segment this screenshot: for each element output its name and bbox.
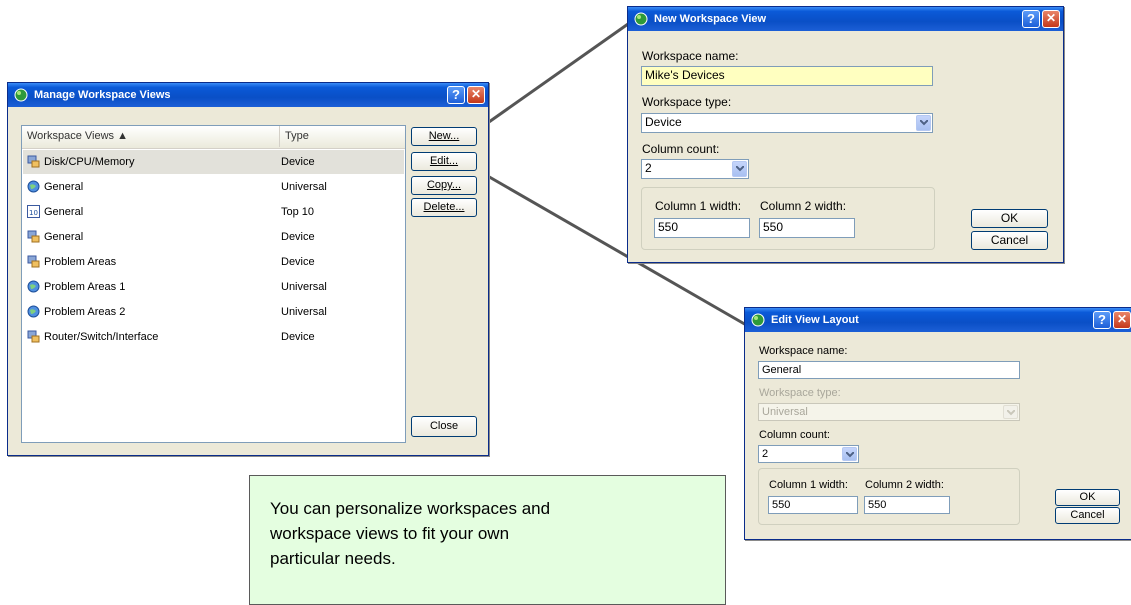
help-icon[interactable]: ?	[1022, 10, 1040, 28]
new-workspace-view-dialog: New Workspace View ? ✕ Workspace name: M…	[627, 6, 1064, 263]
list-header: Workspace Views ▲ Type	[22, 126, 405, 149]
svg-text:10: 10	[29, 209, 38, 217]
globe-icon	[27, 180, 40, 193]
manage-dialog-title: Manage Workspace Views	[34, 89, 171, 101]
close-button[interactable]: Close	[411, 416, 477, 437]
copy-button-label: Copy...	[426, 179, 462, 191]
dropdown-arrow-icon[interactable]	[732, 161, 747, 177]
app-icon	[634, 12, 648, 26]
globe-icon	[27, 305, 40, 318]
row-type: Universal	[281, 306, 327, 318]
edit-dialog-titlebar[interactable]: Edit View Layout ? ✕	[745, 308, 1131, 332]
device-icon	[27, 155, 40, 168]
help-icon[interactable]: ?	[1093, 311, 1111, 329]
row-name: Problem Areas 1	[44, 281, 126, 293]
cancel-button[interactable]: Cancel	[1055, 507, 1120, 524]
column-header-type[interactable]: Type	[280, 126, 406, 147]
manage-workspace-views-dialog: Manage Workspace Views ? ✕ Workspace Vie…	[7, 82, 489, 456]
device-icon	[27, 230, 40, 243]
row-type: Universal	[281, 181, 327, 193]
workspace-name-label: Workspace name:	[642, 49, 739, 63]
column-2-width-input[interactable]: 550	[864, 496, 950, 514]
ok-button[interactable]: OK	[1055, 489, 1120, 506]
new-button-label: New...	[428, 130, 460, 142]
edit-button[interactable]: Edit...	[411, 152, 477, 171]
close-icon[interactable]: ✕	[1042, 10, 1060, 28]
workspace-views-list[interactable]: Workspace Views ▲ Type Disk/CPU/Memory De…	[21, 125, 406, 443]
column-1-width-label: Column 1 width:	[769, 479, 848, 491]
column-2-width-label: Column 2 width:	[760, 199, 847, 213]
row-name: Disk/CPU/Memory	[44, 156, 135, 168]
workspace-type-value: Universal	[762, 406, 808, 418]
ok-button[interactable]: OK	[971, 209, 1048, 228]
column-count-select[interactable]: 2	[641, 159, 749, 179]
device-icon	[27, 330, 40, 343]
workspace-type-label: Workspace type:	[759, 387, 841, 399]
dropdown-arrow-icon	[1003, 405, 1018, 419]
row-type: Device	[281, 331, 315, 343]
column-count-value: 2	[645, 161, 652, 175]
cancel-button[interactable]: Cancel	[971, 231, 1048, 250]
workspace-type-label: Workspace type:	[642, 95, 732, 109]
new-dialog-title: New Workspace View	[654, 13, 767, 25]
dropdown-arrow-icon[interactable]	[842, 447, 857, 461]
workspace-name-label: Workspace name:	[759, 345, 848, 357]
row-type: Device	[281, 231, 315, 243]
device-icon	[27, 255, 40, 268]
workspace-name-input[interactable]: General	[758, 361, 1020, 379]
column-count-select[interactable]: 2	[758, 445, 859, 463]
table-row[interactable]: General Universal	[23, 175, 404, 199]
workspace-type-value: Device	[645, 115, 682, 129]
app-icon	[751, 313, 765, 327]
new-button[interactable]: New...	[411, 127, 477, 146]
row-name: General	[44, 181, 84, 193]
table-row[interactable]: Disk/CPU/Memory Device	[23, 150, 404, 174]
dropdown-arrow-icon[interactable]	[916, 115, 931, 131]
column-1-width-label: Column 1 width:	[655, 199, 742, 213]
row-type: Universal	[281, 281, 327, 293]
workspace-type-select[interactable]: Device	[641, 113, 933, 133]
workspace-type-select: Universal	[758, 403, 1020, 421]
column-2-width-label: Column 2 width:	[865, 479, 944, 491]
column-1-width-input[interactable]: 550	[654, 218, 750, 238]
column-count-value: 2	[762, 448, 769, 460]
column-count-label: Column count:	[759, 429, 830, 441]
row-name: Router/Switch/Interface	[44, 331, 159, 343]
edit-view-layout-dialog: Edit View Layout ? ✕ Workspace name: Gen…	[744, 307, 1131, 540]
table-row[interactable]: Problem Areas 1 Universal	[23, 275, 404, 299]
row-type: Device	[281, 256, 315, 268]
column-count-label: Column count:	[642, 142, 720, 156]
column-header-workspace-views[interactable]: Workspace Views ▲	[22, 126, 280, 147]
column-1-width-input[interactable]: 550	[768, 496, 858, 514]
table-row[interactable]: 10 General Top 10	[23, 200, 404, 224]
table-row[interactable]: Problem Areas Device	[23, 250, 404, 274]
table-row[interactable]: General Device	[23, 225, 404, 249]
row-name: Problem Areas 2	[44, 306, 126, 318]
table-row[interactable]: Problem Areas 2 Universal	[23, 300, 404, 324]
delete-button[interactable]: Delete...	[411, 198, 477, 217]
close-icon[interactable]: ✕	[1113, 311, 1131, 329]
edit-button-label: Edit...	[429, 155, 459, 167]
row-type: Top 10	[281, 206, 315, 218]
manage-dialog-titlebar[interactable]: Manage Workspace Views ? ✕	[8, 83, 488, 107]
row-name: General	[44, 206, 84, 218]
column-2-width-input[interactable]: 550	[759, 218, 855, 238]
globe-icon	[27, 280, 40, 293]
table-row[interactable]: Router/Switch/Interface Device	[23, 325, 404, 349]
top10-icon: 10	[27, 205, 40, 218]
row-type: Device	[281, 156, 315, 168]
new-dialog-titlebar[interactable]: New Workspace View ? ✕	[628, 7, 1063, 31]
row-name: Problem Areas	[44, 256, 117, 268]
app-icon	[14, 88, 28, 102]
info-note: You can personalize workspaces and works…	[249, 475, 726, 605]
row-name: General	[44, 231, 84, 243]
edit-dialog-title: Edit View Layout	[771, 314, 859, 326]
help-icon[interactable]: ?	[447, 86, 465, 104]
copy-button[interactable]: Copy...	[411, 176, 477, 195]
workspace-name-input[interactable]: Mike's Devices	[641, 66, 933, 86]
close-icon[interactable]: ✕	[467, 86, 485, 104]
delete-button-label: Delete...	[423, 201, 465, 213]
